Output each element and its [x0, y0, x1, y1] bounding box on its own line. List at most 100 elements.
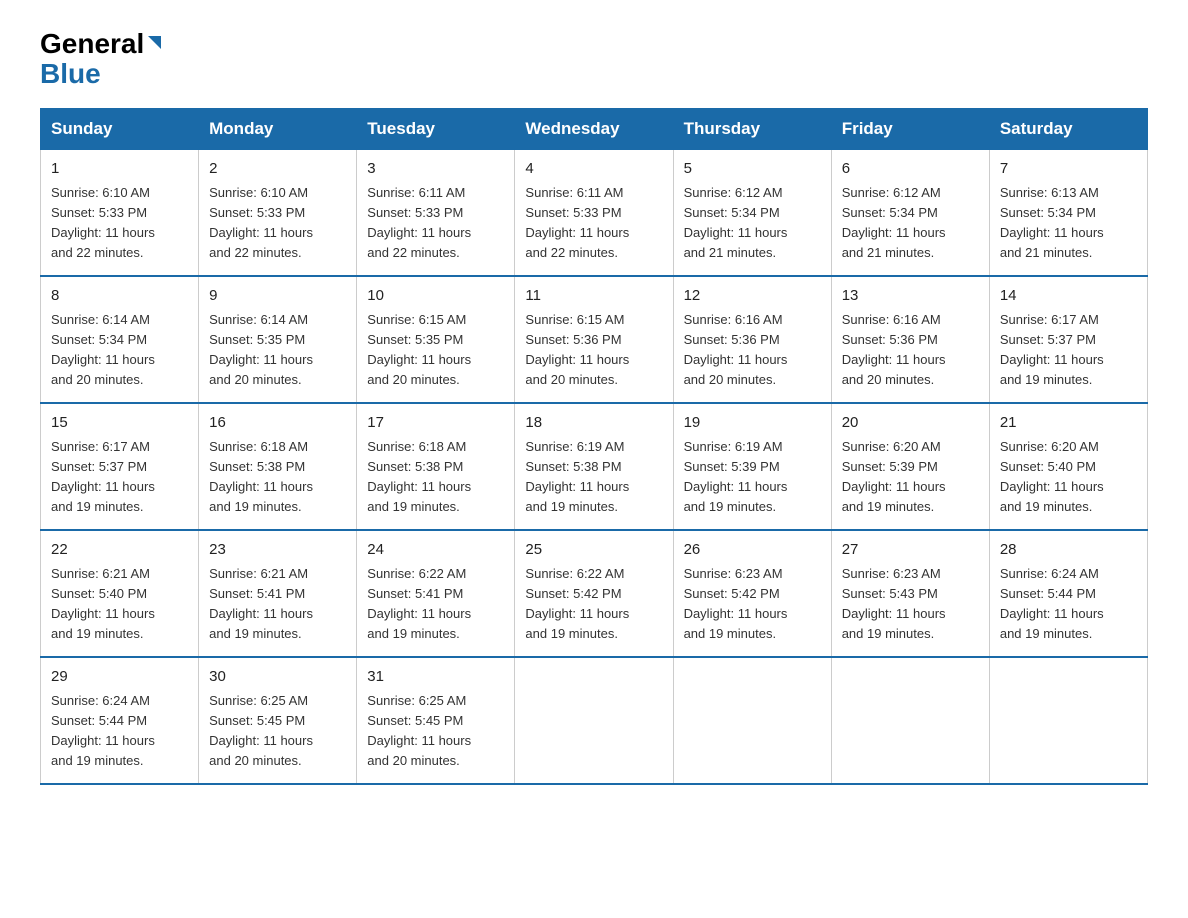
calendar-cell: 31 Sunrise: 6:25 AMSunset: 5:45 PMDaylig… [357, 657, 515, 784]
calendar-cell: 5 Sunrise: 6:12 AMSunset: 5:34 PMDayligh… [673, 150, 831, 277]
day-number: 21 [1000, 412, 1137, 435]
day-number: 8 [51, 285, 188, 308]
calendar-cell: 15 Sunrise: 6:17 AMSunset: 5:37 PMDaylig… [41, 403, 199, 530]
day-number: 24 [367, 539, 504, 562]
day-number: 27 [842, 539, 979, 562]
day-number: 15 [51, 412, 188, 435]
day-number: 1 [51, 158, 188, 181]
day-info: Sunrise: 6:23 AMSunset: 5:42 PMDaylight:… [684, 564, 821, 645]
logo-general: General [40, 30, 161, 58]
day-number: 16 [209, 412, 346, 435]
day-info: Sunrise: 6:19 AMSunset: 5:38 PMDaylight:… [525, 437, 662, 518]
day-info: Sunrise: 6:22 AMSunset: 5:41 PMDaylight:… [367, 564, 504, 645]
calendar-cell: 13 Sunrise: 6:16 AMSunset: 5:36 PMDaylig… [831, 276, 989, 403]
day-number: 5 [684, 158, 821, 181]
logo-blue: Blue [40, 60, 101, 88]
calendar-week-1: 1 Sunrise: 6:10 AMSunset: 5:33 PMDayligh… [41, 150, 1148, 277]
day-number: 4 [525, 158, 662, 181]
calendar-cell: 21 Sunrise: 6:20 AMSunset: 5:40 PMDaylig… [989, 403, 1147, 530]
calendar-cell: 24 Sunrise: 6:22 AMSunset: 5:41 PMDaylig… [357, 530, 515, 657]
calendar-cell: 25 Sunrise: 6:22 AMSunset: 5:42 PMDaylig… [515, 530, 673, 657]
calendar-cell: 22 Sunrise: 6:21 AMSunset: 5:40 PMDaylig… [41, 530, 199, 657]
calendar-header-friday: Friday [831, 109, 989, 150]
day-info: Sunrise: 6:25 AMSunset: 5:45 PMDaylight:… [209, 691, 346, 772]
day-info: Sunrise: 6:18 AMSunset: 5:38 PMDaylight:… [209, 437, 346, 518]
day-number: 2 [209, 158, 346, 181]
day-info: Sunrise: 6:10 AMSunset: 5:33 PMDaylight:… [209, 183, 346, 264]
day-number: 28 [1000, 539, 1137, 562]
day-info: Sunrise: 6:11 AMSunset: 5:33 PMDaylight:… [367, 183, 504, 264]
day-info: Sunrise: 6:13 AMSunset: 5:34 PMDaylight:… [1000, 183, 1137, 264]
day-info: Sunrise: 6:16 AMSunset: 5:36 PMDaylight:… [842, 310, 979, 391]
day-info: Sunrise: 6:24 AMSunset: 5:44 PMDaylight:… [51, 691, 188, 772]
day-number: 7 [1000, 158, 1137, 181]
day-info: Sunrise: 6:23 AMSunset: 5:43 PMDaylight:… [842, 564, 979, 645]
day-number: 18 [525, 412, 662, 435]
calendar-header-saturday: Saturday [989, 109, 1147, 150]
day-info: Sunrise: 6:12 AMSunset: 5:34 PMDaylight:… [842, 183, 979, 264]
day-info: Sunrise: 6:24 AMSunset: 5:44 PMDaylight:… [1000, 564, 1137, 645]
calendar-cell: 8 Sunrise: 6:14 AMSunset: 5:34 PMDayligh… [41, 276, 199, 403]
calendar-cell: 10 Sunrise: 6:15 AMSunset: 5:35 PMDaylig… [357, 276, 515, 403]
calendar-cell: 27 Sunrise: 6:23 AMSunset: 5:43 PMDaylig… [831, 530, 989, 657]
logo-arrow-icon [148, 36, 161, 49]
calendar-week-3: 15 Sunrise: 6:17 AMSunset: 5:37 PMDaylig… [41, 403, 1148, 530]
calendar-header-row: SundayMondayTuesdayWednesdayThursdayFrid… [41, 109, 1148, 150]
day-number: 12 [684, 285, 821, 308]
calendar-cell: 18 Sunrise: 6:19 AMSunset: 5:38 PMDaylig… [515, 403, 673, 530]
day-info: Sunrise: 6:25 AMSunset: 5:45 PMDaylight:… [367, 691, 504, 772]
calendar-week-4: 22 Sunrise: 6:21 AMSunset: 5:40 PMDaylig… [41, 530, 1148, 657]
day-info: Sunrise: 6:11 AMSunset: 5:33 PMDaylight:… [525, 183, 662, 264]
day-number: 31 [367, 666, 504, 689]
day-info: Sunrise: 6:17 AMSunset: 5:37 PMDaylight:… [51, 437, 188, 518]
day-info: Sunrise: 6:19 AMSunset: 5:39 PMDaylight:… [684, 437, 821, 518]
day-number: 10 [367, 285, 504, 308]
calendar-cell: 16 Sunrise: 6:18 AMSunset: 5:38 PMDaylig… [199, 403, 357, 530]
day-number: 22 [51, 539, 188, 562]
calendar-table: SundayMondayTuesdayWednesdayThursdayFrid… [40, 108, 1148, 785]
day-number: 23 [209, 539, 346, 562]
calendar-header-wednesday: Wednesday [515, 109, 673, 150]
calendar-cell [831, 657, 989, 784]
day-info: Sunrise: 6:18 AMSunset: 5:38 PMDaylight:… [367, 437, 504, 518]
calendar-cell: 3 Sunrise: 6:11 AMSunset: 5:33 PMDayligh… [357, 150, 515, 277]
day-info: Sunrise: 6:21 AMSunset: 5:41 PMDaylight:… [209, 564, 346, 645]
calendar-cell: 6 Sunrise: 6:12 AMSunset: 5:34 PMDayligh… [831, 150, 989, 277]
calendar-cell: 12 Sunrise: 6:16 AMSunset: 5:36 PMDaylig… [673, 276, 831, 403]
day-info: Sunrise: 6:17 AMSunset: 5:37 PMDaylight:… [1000, 310, 1137, 391]
calendar-header-tuesday: Tuesday [357, 109, 515, 150]
calendar-week-5: 29 Sunrise: 6:24 AMSunset: 5:44 PMDaylig… [41, 657, 1148, 784]
day-number: 25 [525, 539, 662, 562]
day-number: 17 [367, 412, 504, 435]
day-info: Sunrise: 6:22 AMSunset: 5:42 PMDaylight:… [525, 564, 662, 645]
calendar-cell [989, 657, 1147, 784]
calendar-cell: 19 Sunrise: 6:19 AMSunset: 5:39 PMDaylig… [673, 403, 831, 530]
calendar-week-2: 8 Sunrise: 6:14 AMSunset: 5:34 PMDayligh… [41, 276, 1148, 403]
calendar-cell: 14 Sunrise: 6:17 AMSunset: 5:37 PMDaylig… [989, 276, 1147, 403]
calendar-cell: 28 Sunrise: 6:24 AMSunset: 5:44 PMDaylig… [989, 530, 1147, 657]
day-number: 30 [209, 666, 346, 689]
day-number: 29 [51, 666, 188, 689]
day-number: 19 [684, 412, 821, 435]
day-info: Sunrise: 6:14 AMSunset: 5:35 PMDaylight:… [209, 310, 346, 391]
calendar-cell: 26 Sunrise: 6:23 AMSunset: 5:42 PMDaylig… [673, 530, 831, 657]
day-number: 20 [842, 412, 979, 435]
calendar-body: 1 Sunrise: 6:10 AMSunset: 5:33 PMDayligh… [41, 150, 1148, 785]
logo: General Blue [40, 30, 161, 88]
day-number: 14 [1000, 285, 1137, 308]
day-info: Sunrise: 6:15 AMSunset: 5:36 PMDaylight:… [525, 310, 662, 391]
day-number: 13 [842, 285, 979, 308]
day-number: 6 [842, 158, 979, 181]
day-info: Sunrise: 6:16 AMSunset: 5:36 PMDaylight:… [684, 310, 821, 391]
calendar-cell: 29 Sunrise: 6:24 AMSunset: 5:44 PMDaylig… [41, 657, 199, 784]
day-info: Sunrise: 6:21 AMSunset: 5:40 PMDaylight:… [51, 564, 188, 645]
calendar-cell: 20 Sunrise: 6:20 AMSunset: 5:39 PMDaylig… [831, 403, 989, 530]
day-info: Sunrise: 6:10 AMSunset: 5:33 PMDaylight:… [51, 183, 188, 264]
calendar-cell: 23 Sunrise: 6:21 AMSunset: 5:41 PMDaylig… [199, 530, 357, 657]
calendar-cell: 9 Sunrise: 6:14 AMSunset: 5:35 PMDayligh… [199, 276, 357, 403]
day-info: Sunrise: 6:15 AMSunset: 5:35 PMDaylight:… [367, 310, 504, 391]
day-number: 11 [525, 285, 662, 308]
day-info: Sunrise: 6:20 AMSunset: 5:40 PMDaylight:… [1000, 437, 1137, 518]
calendar-cell [673, 657, 831, 784]
calendar-cell [515, 657, 673, 784]
